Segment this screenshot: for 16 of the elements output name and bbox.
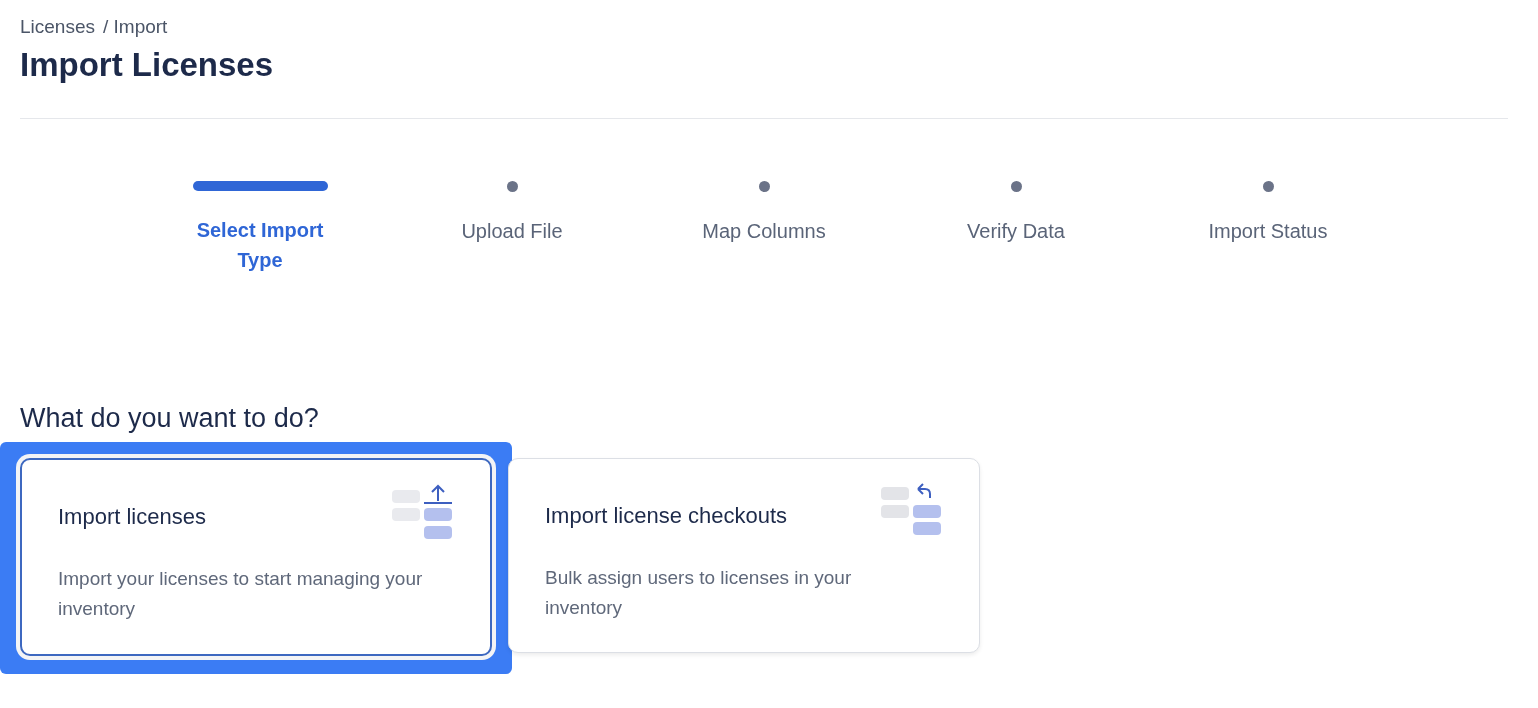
step-label: Verify Data xyxy=(967,219,1065,244)
page-title: Import Licenses xyxy=(20,46,275,84)
step-label: Upload File xyxy=(461,219,563,244)
step-label: Map Columns xyxy=(702,219,826,244)
return-table-icon xyxy=(881,483,943,535)
step-label: Import Status xyxy=(1208,219,1328,244)
option-description: Bulk assign users to licenses in your inventory xyxy=(545,565,853,620)
option-description: Import your licenses to start managing your inventory xyxy=(58,567,424,621)
upload-table-icon xyxy=(392,484,454,542)
step-label: Select Import Type xyxy=(195,218,325,273)
section-heading: What do you want to do? xyxy=(20,403,320,434)
option-title: Import license checkouts xyxy=(545,502,789,529)
breadcrumb-link[interactable]: Licenses xyxy=(20,16,95,38)
option-card[interactable]: Import license checkouts Bulk assign users to licenses in your inventory xyxy=(508,458,980,653)
option-title: Import licenses xyxy=(58,504,207,530)
breadcrumb-link[interactable]: / Import xyxy=(103,16,168,38)
